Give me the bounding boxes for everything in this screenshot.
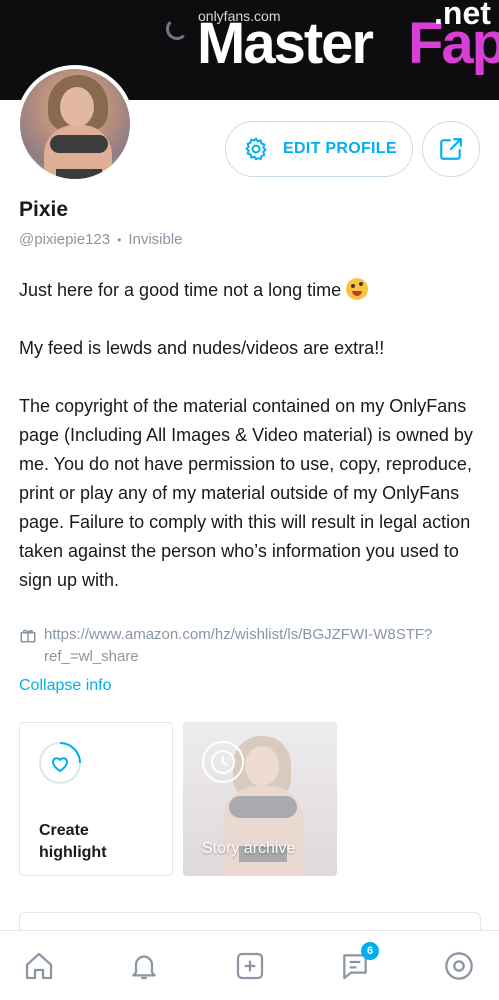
bio-line-2: My feed is lewds and nudes/videos are ex… xyxy=(19,338,385,358)
profile-icon xyxy=(445,952,473,980)
nav-messages[interactable]: 6 xyxy=(337,942,379,984)
nav-notifications[interactable] xyxy=(126,948,162,984)
story-archive-card[interactable]: Story archive xyxy=(183,722,337,876)
edit-profile-label: EDIT PROFILE xyxy=(283,140,397,157)
collapse-info-link[interactable]: Collapse info xyxy=(19,677,112,695)
avatar[interactable] xyxy=(16,65,134,183)
avatar-face xyxy=(60,87,94,127)
avatar-top xyxy=(50,135,108,153)
bell-icon xyxy=(132,955,156,980)
nav-profile[interactable] xyxy=(441,948,477,984)
heart-ring-icon xyxy=(39,742,81,784)
gear-icon xyxy=(245,137,267,161)
share-icon xyxy=(440,138,462,160)
watermark-master: Master xyxy=(197,11,374,76)
messages-badge: 6 xyxy=(361,942,379,960)
bottom-nav: 6 xyxy=(0,930,499,1000)
bio-line-1-text: Just here for a good time not a long tim… xyxy=(19,280,342,300)
wishlist-row: https://www.amazon.com/hz/wishlist/ls/BG… xyxy=(19,624,459,668)
story-archive-label: Story archive xyxy=(202,840,296,857)
bio-line-1: Just here for a good time not a long tim… xyxy=(19,276,481,305)
watermark-net: .net xyxy=(434,0,491,31)
profile-handle: @pixiepie123 xyxy=(19,231,111,248)
bio-copyright: The copyright of the material contained … xyxy=(19,396,473,590)
home-icon xyxy=(25,952,53,980)
gift-icon xyxy=(20,629,36,643)
handle-row: @pixiepie123 • Invisible xyxy=(19,231,183,248)
separator-dot: • xyxy=(117,232,122,247)
nav-home[interactable] xyxy=(21,948,57,984)
nav-new-post[interactable] xyxy=(232,948,268,984)
share-button[interactable] xyxy=(422,121,480,177)
status-text: Invisible xyxy=(128,231,183,248)
back-icon[interactable] xyxy=(166,18,188,40)
create-highlight-label: Create highlight xyxy=(39,822,107,861)
wishlist-link[interactable]: https://www.amazon.com/hz/wishlist/ls/BG… xyxy=(44,624,459,668)
avatar-bottom xyxy=(56,169,102,179)
zany-face-emoji-icon xyxy=(346,278,369,300)
plus-square-icon xyxy=(236,952,264,980)
clock-icon xyxy=(202,741,244,783)
edit-profile-button[interactable]: EDIT PROFILE xyxy=(225,121,413,177)
profile-name: Pixie xyxy=(19,198,69,221)
create-highlight-card[interactable]: Create highlight xyxy=(19,722,173,876)
